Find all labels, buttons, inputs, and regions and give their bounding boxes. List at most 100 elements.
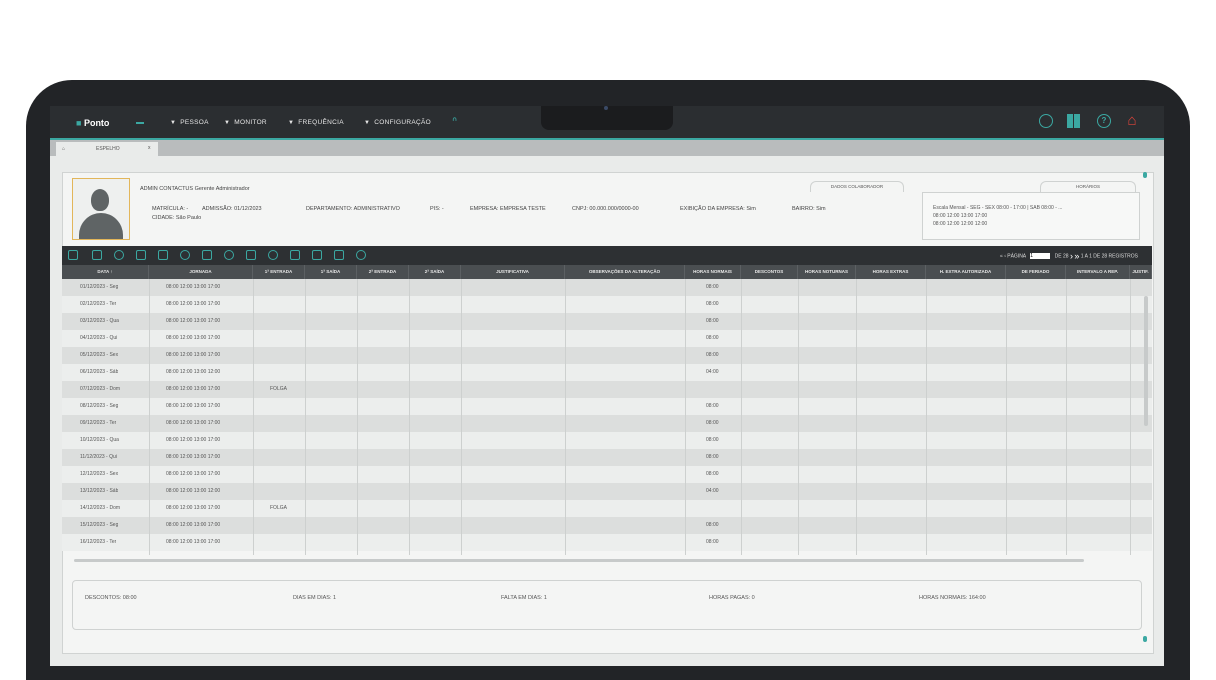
col-entrada-1[interactable]: 1ª ENTRADA: [253, 265, 305, 279]
help-icon[interactable]: ?: [1097, 114, 1111, 128]
calendar-icon[interactable]: [202, 250, 212, 260]
col-horas-normais[interactable]: HORAS NORMAIS: [685, 265, 741, 279]
filter-icon[interactable]: [92, 250, 102, 260]
employee-admissao: ADMISSÃO: 01/12/2023: [202, 206, 262, 212]
cell-data: 03/12/2023 - Qua: [80, 318, 119, 324]
pager-total: DE 28: [1054, 253, 1069, 260]
assistant-icon[interactable]: ᐢ: [452, 114, 457, 130]
cell-horas-normais: 08:00: [706, 522, 719, 528]
reload-icon[interactable]: [356, 250, 366, 260]
cell-data: 11/12/2023 - Qui: [80, 454, 117, 460]
cell-data: 13/12/2023 - Sáb: [80, 488, 119, 494]
table-row[interactable]: 12/12/2023 - Sex 08:00 12:00 13:00 17:00 0…: [62, 466, 1152, 483]
col-horas-noturnas[interactable]: HORAS NOTURNAS: [798, 265, 856, 279]
app-logo[interactable]: ■ Ponto: [76, 118, 109, 128]
table-row[interactable]: 06/12/2023 - Sáb 08:00 12:00 13:00 12:00 0…: [62, 364, 1152, 381]
col-data[interactable]: DATA ↑: [62, 265, 149, 279]
table-row[interactable]: 04/12/2023 - Qui 08:00 12:00 13:00 17:00 0…: [62, 330, 1152, 347]
tab-horarios[interactable]: HORÁRIOS: [1040, 181, 1136, 192]
vertical-scrollbar[interactable]: [1144, 296, 1148, 426]
cell-horas-normais: 04:00: [706, 369, 719, 375]
clock-icon[interactable]: [180, 250, 190, 260]
history-icon[interactable]: [224, 250, 234, 260]
menu-toggle-icon[interactable]: [136, 122, 144, 124]
print-icon[interactable]: [114, 250, 124, 260]
table-row[interactable]: 15/12/2023 - Seg 08:00 12:00 13:00 17:00 0…: [62, 517, 1152, 534]
horario-line-2: 08:00 12:00 13:00 17:00: [933, 213, 988, 219]
cell-data: 14/12/2023 - Dom: [80, 505, 121, 511]
world-icon[interactable]: [268, 250, 278, 260]
settings-icon[interactable]: [246, 250, 256, 260]
employee-exibicao: EXIBIÇÃO DA EMPRESA: Sim: [680, 206, 756, 212]
col-divider: [685, 279, 686, 555]
col-saida-2[interactable]: 2ª SAÍDA: [409, 265, 461, 279]
tab-espelho[interactable]: ⌂ ESPELHO x: [56, 142, 158, 156]
logout-icon[interactable]: ⌂: [1125, 113, 1139, 128]
refresh-icon[interactable]: [1039, 114, 1053, 128]
menu-item-configuracao[interactable]: ▼ CONFIGURAÇÃO: [364, 119, 431, 126]
col-divider: [409, 279, 410, 555]
employee-name: ADMIN CONTACTUS Gerente Administrador: [140, 186, 250, 192]
cell-horas-normais: 08:00: [706, 301, 719, 307]
close-tab-icon[interactable]: x: [148, 145, 151, 151]
table-row[interactable]: 14/12/2023 - Dom 08:00 12:00 13:00 17:00 F…: [62, 500, 1152, 517]
table-row[interactable]: 09/12/2023 - Ter 08:00 12:00 13:00 17:00 0…: [62, 415, 1152, 432]
col-justif[interactable]: JUSTIF.: [1130, 265, 1152, 279]
col-saida-1[interactable]: 1ª SAÍDA: [305, 265, 357, 279]
horizontal-scrollbar[interactable]: [74, 559, 1084, 562]
col-entrada-2[interactable]: 2ª ENTRADA: [357, 265, 409, 279]
col-divider: [305, 279, 306, 555]
employee-pis: PIS: -: [430, 206, 444, 212]
cell-jornada: 08:00 12:00 13:00 17:00: [166, 420, 221, 426]
col-justificativa[interactable]: JUSTIFICATIVA: [461, 265, 565, 279]
employee-cnpj: CNPJ: 00.000.000/0000-00: [572, 206, 639, 212]
menu-item-monitor[interactable]: ▼ MONITOR: [224, 119, 267, 126]
col-descontos[interactable]: DESCONTOS: [741, 265, 798, 279]
tab-dados-colaborador[interactable]: DADOS COLABORADOR: [810, 181, 904, 192]
cell-data: 15/12/2023 - Seg: [80, 522, 119, 528]
table-row[interactable]: 08/12/2023 - Seg 08:00 12:00 13:00 17:00 0…: [62, 398, 1152, 415]
col-jornada[interactable]: JORNADA: [149, 265, 253, 279]
table-row[interactable]: 10/12/2023 - Qua 08:00 12:00 13:00 17:00 0…: [62, 432, 1152, 449]
table-row[interactable]: 02/12/2023 - Ter 08:00 12:00 13:00 17:00 0…: [62, 296, 1152, 313]
pager-next-icon[interactable]: ›: [1070, 251, 1073, 261]
warning-icon[interactable]: [158, 250, 168, 260]
col-intervalo[interactable]: INTERVALO A REP.: [1066, 265, 1130, 279]
menu-item-frequencia[interactable]: ▼ FREQUÊNCIA: [288, 119, 344, 126]
cell-horas-normais: 08:00: [706, 318, 719, 324]
pager-prev-icon[interactable]: ‹: [1004, 253, 1006, 259]
table-row[interactable]: 13/12/2023 - Sáb 08:00 12:00 13:00 12:00 0…: [62, 483, 1152, 500]
table-row[interactable]: 03/12/2023 - Qua 08:00 12:00 13:00 17:00 0…: [62, 313, 1152, 330]
menu-item-pessoa[interactable]: ▼ PESSOA: [170, 119, 209, 126]
cell-jornada: 08:00 12:00 13:00 17:00: [166, 335, 221, 341]
avatar-body-shape: [79, 213, 123, 239]
page-number-input[interactable]: [1030, 253, 1051, 259]
cell-jornada: 08:00 12:00 13:00 17:00: [166, 505, 221, 511]
table-row[interactable]: 05/12/2023 - Sex 08:00 12:00 13:00 17:00 0…: [62, 347, 1152, 364]
pager-last-icon[interactable]: »: [1074, 251, 1079, 261]
apps-grid-icon[interactable]: [1067, 114, 1081, 128]
col-horas-extras[interactable]: HORAS EXTRAS: [856, 265, 926, 279]
pager-first-icon[interactable]: «: [1000, 253, 1003, 259]
table-row[interactable]: 16/12/2023 - Ter 08:00 12:00 13:00 17:00 0…: [62, 534, 1152, 551]
cell-horas-normais: 08:00: [706, 335, 719, 341]
cell-jornada: 08:00 12:00 13:00 17:00: [166, 522, 221, 528]
calculator-icon[interactable]: [334, 250, 344, 260]
cell-data: 06/12/2023 - Sáb: [80, 369, 119, 375]
table-row[interactable]: 11/12/2023 - Qui 08:00 12:00 13:00 17:00 0…: [62, 449, 1152, 466]
totals-footer: DESCONTOS: 08:00 DIAS EM DIAS: 1 FALTA E…: [72, 580, 1142, 630]
total-horas-pagas: HORAS PAGAS: 0: [709, 595, 755, 601]
table-row[interactable]: 07/12/2023 - Dom 08:00 12:00 13:00 17:00 F…: [62, 381, 1152, 398]
home-icon[interactable]: ⌂: [62, 146, 65, 152]
col-observacoes[interactable]: OBSERVAÇÕES DA ALTERAÇÃO: [565, 265, 685, 279]
delete-icon[interactable]: [312, 250, 322, 260]
panel-indicator-bottom: [1143, 636, 1147, 642]
cell-data: 02/12/2023 - Ter: [80, 301, 117, 307]
col-de-feriado[interactable]: DE FERIADO: [1006, 265, 1066, 279]
comment-icon[interactable]: [136, 250, 146, 260]
col-divider: [798, 279, 799, 555]
list-icon[interactable]: [68, 250, 78, 260]
table-row[interactable]: 01/12/2023 - Seg 08:00 12:00 13:00 17:00 0…: [62, 279, 1152, 296]
edit-icon[interactable]: [290, 250, 300, 260]
col-extra-autorizada[interactable]: H. EXTRA AUTORIZADA: [926, 265, 1006, 279]
